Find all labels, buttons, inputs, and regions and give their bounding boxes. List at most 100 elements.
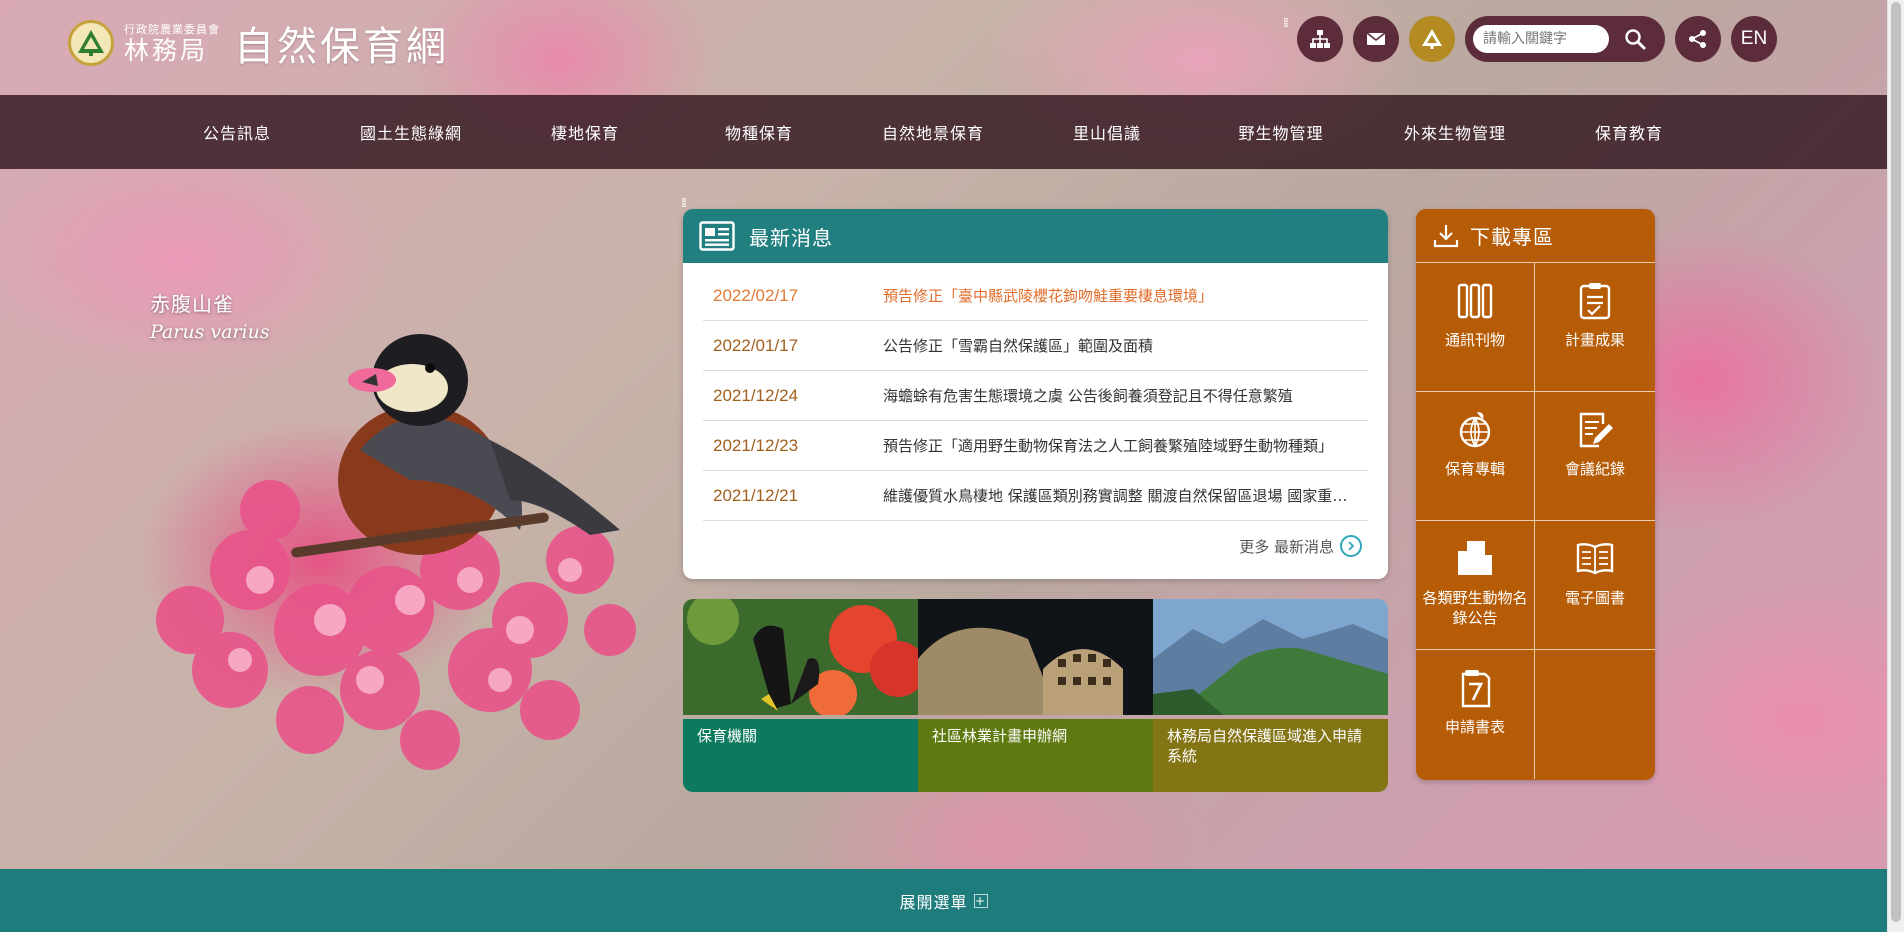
nav-item-announcements[interactable]: 公告訊息 — [150, 120, 324, 144]
news-date: 2022/02/17 — [713, 285, 799, 305]
main-navigation: 公告訊息 國土生態綠網 棲地保育 物種保育 自然地景保育 里山倡議 野生物管理 … — [0, 95, 1887, 169]
nav-item-wildlife-management[interactable]: 野生物管理 — [1194, 120, 1368, 144]
site-header: 行政院農業委員會 林務局 自然保育網 ⁞⁞ 請輸入關鍵字 EN — [0, 0, 1887, 95]
download-item-ebooks[interactable]: 電子圖書 — [1535, 521, 1655, 650]
news-headline[interactable]: 維護優質水鳥棲地 保護區類別務實調整 關渡自然保留區退場 國家重要濕地 — [883, 485, 1368, 506]
mountain-image — [1153, 599, 1388, 715]
building-night-image — [918, 599, 1153, 715]
share-icon — [1689, 30, 1706, 48]
accesskey-handle[interactable]: ⁞⁞ — [1283, 16, 1289, 31]
nav-item-species[interactable]: 物種保育 — [672, 120, 846, 144]
news-item[interactable]: 2021/12/23 預告修正「適用野生動物保育法之人工飼養繁殖陸域野生動物種類… — [703, 421, 1368, 471]
download-item-newsletters[interactable]: 通訊刊物 — [1416, 263, 1535, 392]
news-headline[interactable]: 公告修正「雪霸自然保護區」範圍及面積 — [883, 335, 1368, 356]
plus-icon: + — [973, 893, 988, 908]
download-panel: 下載專區 通訊刊物 計畫成果 保育專輯 會議紀錄 各類野生動物名錄公告 電子圖書… — [1416, 209, 1655, 780]
download-item-conservation-albums[interactable]: 保育專輯 — [1416, 392, 1535, 521]
globe-icon — [1459, 412, 1491, 448]
download-title: 下載專區 — [1470, 225, 1554, 249]
sitemap-icon — [1310, 30, 1330, 48]
download-label: 各類野生動物名錄公告 — [1422, 589, 1528, 627]
download-header: 下載專區 — [1416, 209, 1655, 263]
books-icon — [1457, 283, 1493, 319]
page-scrollbar[interactable] — [1887, 0, 1904, 932]
mail-icon — [1366, 32, 1386, 45]
latest-news-panel: 最新消息 2022/02/17 預告修正「臺中縣武陵櫻花鉤吻鮭重要棲息環境」 2… — [683, 209, 1388, 579]
chevron-right-icon — [1340, 535, 1362, 557]
feature-tiles: 保育機關 社區林業計畫申辦網 林務局自然保護區域進入申請系統 — [683, 599, 1388, 792]
newspaper-icon — [699, 221, 735, 251]
download-label: 會議紀錄 — [1564, 460, 1625, 478]
expand-menu-bar[interactable]: 展開選單 + — [0, 869, 1887, 932]
tile-conservation-agencies[interactable]: 保育機關 — [683, 599, 926, 792]
nav-item-education[interactable]: 保育教育 — [1542, 120, 1716, 144]
nav-item-green-network[interactable]: 國土生態綠網 — [324, 120, 498, 144]
form-icon — [1461, 670, 1491, 708]
news-item[interactable]: 2021/12/24 海蟾蜍有危害生態環境之虞 公告後飼養須登記且不得任意繁殖 — [703, 371, 1368, 421]
nav-item-landscape[interactable]: 自然地景保育 — [846, 120, 1020, 144]
species-chinese-name: 赤腹山雀 — [150, 292, 234, 316]
tile-label: 保育機關 — [683, 719, 918, 792]
search-input[interactable] — [1473, 25, 1609, 53]
expand-menu-label: 展開選單 — [899, 892, 968, 912]
download-item-wildlife-lists[interactable]: 各類野生動物名錄公告 — [1416, 521, 1535, 650]
download-label: 申請書表 — [1444, 718, 1505, 736]
share-button[interactable] — [1675, 16, 1721, 62]
butterfly-image — [683, 599, 926, 718]
tile-label: 林務局自然保護區域進入申請系統 — [1153, 719, 1388, 792]
news-date: 2022/01/17 — [713, 335, 799, 355]
news-date: 2021/12/24 — [713, 385, 799, 405]
news-headline[interactable]: 預告修正「臺中縣武陵櫻花鉤吻鮭重要棲息環境」 — [883, 285, 1368, 306]
download-icon — [1433, 224, 1459, 247]
news-headline[interactable]: 海蟾蜍有危害生態環境之虞 公告後飼養須登記且不得任意繁殖 — [883, 385, 1368, 406]
contact-mail-button[interactable] — [1353, 16, 1399, 62]
news-date: 2021/12/23 — [713, 435, 799, 455]
site-title: 自然保育網 — [234, 24, 449, 70]
nav-item-satoyama[interactable]: 里山倡議 — [1020, 120, 1194, 144]
download-grid: 通訊刊物 計畫成果 保育專輯 會議紀錄 各類野生動物名錄公告 電子圖書 申請書表 — [1416, 263, 1655, 779]
more-news-link[interactable]: 更多 最新消息 — [1239, 535, 1362, 557]
download-item-project-results[interactable]: 計畫成果 — [1535, 263, 1655, 392]
agency-name: 行政院農業委員會 林務局 — [124, 24, 220, 63]
download-item-empty — [1535, 650, 1655, 779]
download-label: 保育專輯 — [1444, 460, 1505, 478]
forestry-emblem-icon — [1422, 29, 1442, 49]
edit-document-icon — [1579, 412, 1613, 448]
english-version-button[interactable]: EN — [1731, 16, 1777, 62]
scrollbar-thumb[interactable] — [1891, 2, 1901, 922]
nav-item-habitat[interactable]: 棲地保育 — [498, 120, 672, 144]
news-list: 2022/02/17 預告修正「臺中縣武陵櫻花鉤吻鮭重要棲息環境」 2022/0… — [683, 263, 1388, 521]
download-label: 電子圖書 — [1564, 589, 1625, 607]
download-item-application-forms[interactable]: 申請書表 — [1416, 650, 1535, 779]
news-date: 2021/12/21 — [713, 485, 799, 505]
nav-item-invasive-species[interactable]: 外來生物管理 — [1368, 120, 1542, 144]
tile-label: 社區林業計畫申辦網 — [918, 719, 1153, 792]
forestry-home-button[interactable] — [1409, 16, 1455, 62]
news-item[interactable]: 2022/01/17 公告修正「雪霸自然保護區」範圍及面積 — [703, 321, 1368, 371]
folder-icon — [1458, 541, 1492, 575]
site-logo[interactable]: 行政院農業委員會 林務局 自然保育網 — [68, 14, 449, 72]
more-news-label: 更多 最新消息 — [1239, 537, 1334, 556]
tile-reserve-entry-system[interactable]: 林務局自然保護區域進入申請系統 — [1153, 599, 1388, 792]
header-tools: ⁞⁞ 請輸入關鍵字 EN — [1283, 16, 1777, 62]
news-item[interactable]: 2022/02/17 預告修正「臺中縣武陵櫻花鉤吻鮭重要棲息環境」 — [703, 271, 1368, 321]
logo-subtitle: 行政院農業委員會 — [124, 22, 220, 36]
search-button[interactable] — [1617, 21, 1653, 57]
download-item-meeting-minutes[interactable]: 會議紀錄 — [1535, 392, 1655, 521]
news-item[interactable]: 2021/12/21 維護優質水鳥棲地 保護區類別務實調整 關渡自然保留區退場 … — [703, 471, 1368, 521]
banner-bird-image — [156, 334, 636, 770]
search-icon — [1625, 29, 1646, 50]
sitemap-button[interactable] — [1297, 16, 1343, 62]
open-book-icon — [1576, 543, 1614, 575]
news-header: 最新消息 — [683, 209, 1388, 263]
download-label: 計畫成果 — [1564, 331, 1625, 349]
clipboard-icon — [1579, 283, 1611, 320]
news-headline[interactable]: 預告修正「適用野生動物保育法之人工飼養繁殖陸域野生動物種類」 — [883, 435, 1368, 456]
search-box — [1465, 16, 1665, 62]
news-title: 最新消息 — [749, 225, 833, 250]
download-label: 通訊刊物 — [1444, 331, 1505, 349]
news-accesskey-handle[interactable]: ⁞⁞ — [681, 196, 687, 211]
logo-title: 林務局 — [124, 35, 209, 65]
forestry-bureau-emblem-icon — [68, 20, 114, 66]
tile-community-forestry[interactable]: 社區林業計畫申辦網 — [918, 599, 1153, 792]
